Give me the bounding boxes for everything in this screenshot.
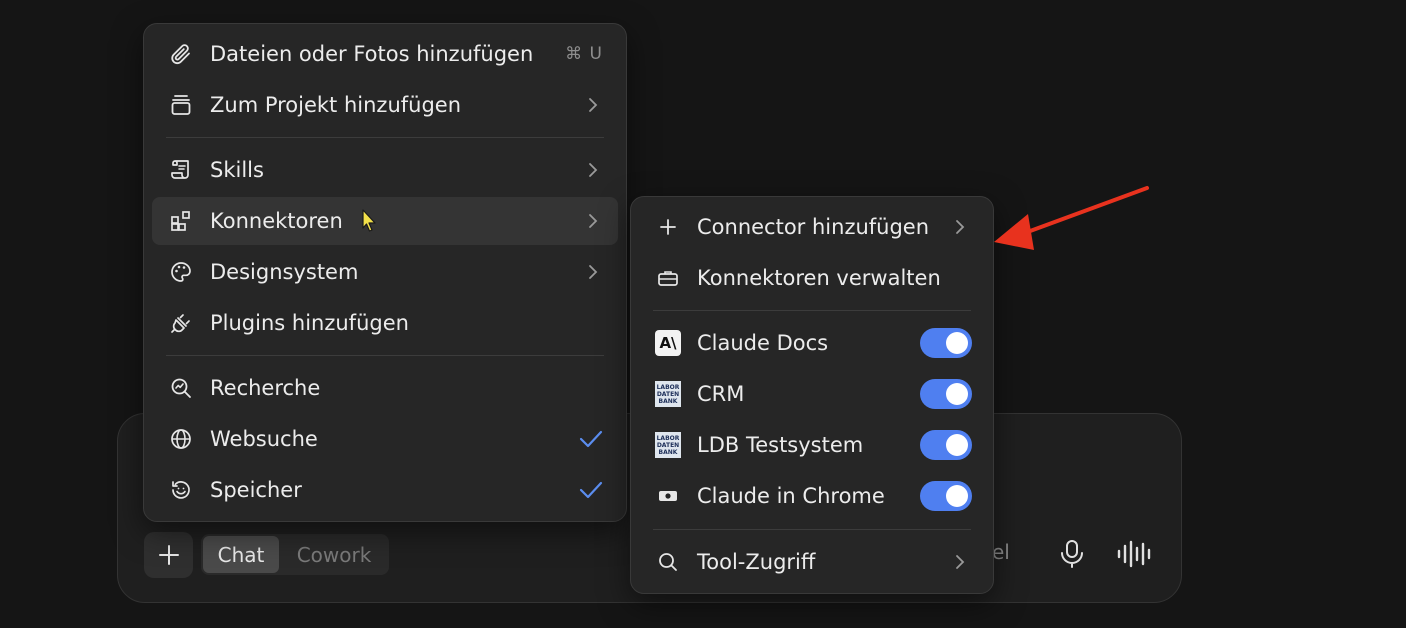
menu-item-label: Connector hinzufügen: [697, 215, 930, 239]
icon-slot: LABOR DATEN BANK: [654, 431, 682, 459]
anthropic-logo-icon: A\: [655, 330, 681, 356]
plug-icon: [167, 309, 195, 337]
attachment-menu: Dateien oder Fotos hinzufügen ⌘ U Zum Pr…: [143, 23, 627, 522]
menu-item-label: Claude Docs: [697, 331, 829, 355]
menu-item-label: Dateien oder Fotos hinzufügen: [210, 42, 534, 66]
submenu-item-add-connector[interactable]: Connector hinzufügen: [639, 203, 985, 251]
icon-slot: A\: [654, 329, 682, 357]
palette-icon: [167, 258, 195, 286]
menu-item-label: Konnektoren: [210, 209, 343, 233]
ldb-logo-icon: LABOR DATEN BANK: [655, 381, 681, 407]
menu-divider: [653, 310, 971, 311]
logo-text: LABOR: [656, 434, 680, 442]
submenu-item-manage-connectors[interactable]: Konnektoren verwalten: [639, 254, 985, 302]
toggle-switch[interactable]: [920, 379, 972, 409]
voice-mode-icon[interactable]: [1116, 539, 1154, 569]
toggle-knob: [946, 332, 968, 354]
menu-item-add-plugins[interactable]: Plugins hinzufügen: [152, 299, 618, 347]
menu-item-web-search[interactable]: Websuche: [152, 415, 618, 463]
menu-item-research[interactable]: Recherche: [152, 364, 618, 412]
checkmark-icon: [579, 481, 603, 499]
menu-divider: [653, 529, 971, 530]
ldb-logo-icon: LABOR DATEN BANK: [655, 432, 681, 458]
microphone-icon[interactable]: [1058, 539, 1086, 569]
toggle-knob: [946, 485, 968, 507]
add-attachment-button[interactable]: [144, 532, 193, 578]
toggle-switch[interactable]: [920, 430, 972, 460]
search-icon: [654, 548, 682, 576]
menu-item-label: CRM: [697, 382, 745, 406]
logo-text: DATEN: [656, 441, 680, 449]
connectors-icon: [167, 207, 195, 235]
menu-item-skills[interactable]: Skills: [152, 146, 618, 194]
menu-item-label: LDB Testsystem: [697, 433, 864, 457]
mode-chat-button[interactable]: Chat: [203, 536, 279, 573]
logo-text: BANK: [658, 397, 678, 405]
menu-item-design-system[interactable]: Designsystem: [152, 248, 618, 296]
plus-icon: [654, 213, 682, 241]
menu-item-label: Speicher: [210, 478, 302, 502]
project-icon: [167, 91, 195, 119]
memory-icon: [167, 476, 195, 504]
menu-item-label: Claude in Chrome: [697, 484, 885, 508]
chevron-right-icon: [589, 265, 598, 279]
menu-item-label: Plugins hinzufügen: [210, 311, 409, 335]
checkmark-icon: [579, 430, 603, 448]
submenu-item-crm[interactable]: LABOR DATEN BANK CRM: [639, 370, 985, 418]
chevron-right-icon: [589, 214, 598, 228]
submenu-item-claude-in-chrome[interactable]: Claude in Chrome: [639, 472, 985, 520]
plus-icon: [158, 545, 179, 565]
menu-item-label: Tool-Zugriff: [697, 550, 816, 574]
paperclip-icon: [167, 40, 195, 68]
scroll-icon: [167, 156, 195, 184]
submenu-item-claude-docs[interactable]: A\ Claude Docs: [639, 319, 985, 367]
chevron-right-icon: [589, 98, 598, 112]
shortcut-hint: ⌘ U: [565, 44, 603, 64]
menu-item-label: Konnektoren verwalten: [697, 266, 941, 290]
icon-slot: LABOR DATEN BANK: [654, 380, 682, 408]
briefcase-icon: [654, 264, 682, 292]
menu-divider: [166, 355, 604, 356]
mode-cowork-button[interactable]: Cowork: [284, 536, 384, 573]
chevron-right-icon: [956, 555, 965, 569]
submenu-item-ldb-testsystem[interactable]: LABOR DATEN BANK LDB Testsystem: [639, 421, 985, 469]
menu-item-label: Skills: [210, 158, 264, 182]
menu-item-add-to-project[interactable]: Zum Projekt hinzufügen: [152, 81, 618, 129]
menu-item-connectors[interactable]: Konnektoren: [152, 197, 618, 245]
menu-item-label: Websuche: [210, 427, 318, 451]
chevron-right-icon: [589, 163, 598, 177]
mouse-cursor-icon: [362, 209, 376, 232]
toggle-switch[interactable]: [920, 481, 972, 511]
globe-icon: [167, 425, 195, 453]
menu-item-label: Recherche: [210, 376, 321, 400]
annotation-arrow-icon: [994, 186, 1149, 250]
submenu-item-tool-access[interactable]: Tool-Zugriff: [639, 538, 985, 586]
logo-text: BANK: [658, 448, 678, 456]
menu-item-label: Designsystem: [210, 260, 359, 284]
logo-text: DATEN: [656, 390, 680, 398]
chrome-extension-icon: [654, 482, 682, 510]
chevron-right-icon: [956, 220, 965, 234]
menu-item-label: Zum Projekt hinzufügen: [210, 93, 462, 117]
toggle-switch[interactable]: [920, 328, 972, 358]
logo-text: LABOR: [656, 383, 680, 391]
toggle-knob: [946, 383, 968, 405]
connectors-submenu: Connector hinzufügen Konnektoren verwalt…: [630, 196, 994, 594]
menu-item-add-files[interactable]: Dateien oder Fotos hinzufügen ⌘ U: [152, 30, 618, 78]
menu-item-memory[interactable]: Speicher: [152, 466, 618, 514]
model-selector[interactable]: el: [992, 540, 1010, 564]
toggle-knob: [946, 434, 968, 456]
menu-divider: [166, 137, 604, 138]
research-icon: [167, 374, 195, 402]
